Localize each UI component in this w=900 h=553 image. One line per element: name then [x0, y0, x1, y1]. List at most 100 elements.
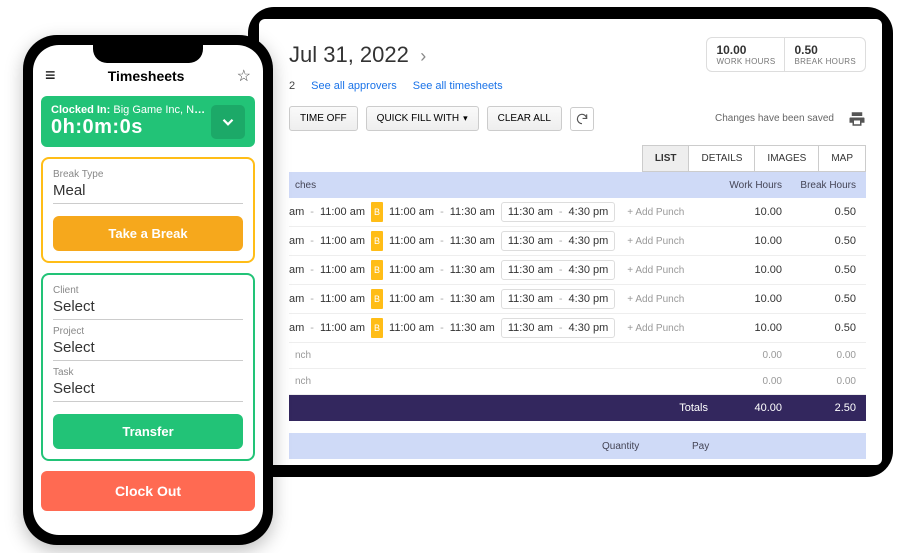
- break-end: 11:30 am: [450, 322, 495, 334]
- punch-box[interactable]: 11:30 am-4:30 pm: [501, 289, 615, 309]
- table-row: nch 0.00 0.00: [289, 343, 866, 369]
- clear-all-button[interactable]: CLEAR ALL: [487, 106, 562, 131]
- transfer-card: Client Select Project Select Task Select…: [41, 273, 255, 461]
- project-select[interactable]: Select: [53, 337, 243, 361]
- break-marker-icon: B: [371, 260, 383, 280]
- break-start: 11:00 am: [389, 206, 434, 218]
- row-break-hours: 0.50: [792, 206, 866, 218]
- quick-fill-button[interactable]: QUICK FILL WITH: [366, 106, 479, 131]
- toolbar: TIME OFF QUICK FILL WITH CLEAR ALL Chang…: [259, 102, 882, 141]
- refresh-icon: [575, 112, 589, 126]
- break-end: 11:30 am: [450, 264, 495, 276]
- table-row: am - 11:00 am B 11:00 am - 11:30 am 11:3…: [289, 198, 866, 227]
- break-marker-icon: B: [371, 289, 383, 309]
- take-break-button[interactable]: Take a Break: [53, 216, 243, 251]
- mini-label: nch: [289, 376, 718, 387]
- punch-box[interactable]: 11:30 am-4:30 pm: [501, 202, 615, 222]
- punch-start: am: [289, 206, 304, 218]
- phone-device: ≡ Timesheets ☆ Clocked In: Big Game Inc,…: [23, 35, 273, 545]
- tablet-device: Jul 31, 2022 › 10.00 WORK HOURS 0.50 BRE…: [248, 7, 893, 477]
- project-label: Project: [53, 326, 243, 337]
- task-label: Task: [53, 367, 243, 378]
- tablet-screen: Jul 31, 2022 › 10.00 WORK HOURS 0.50 BRE…: [259, 19, 882, 465]
- tab-map[interactable]: MAP: [819, 145, 866, 172]
- break-marker-icon: B: [371, 231, 383, 251]
- hamburger-icon[interactable]: ≡: [45, 65, 56, 86]
- tab-list[interactable]: LIST: [642, 145, 690, 172]
- add-punch-link[interactable]: + Add Punch: [627, 265, 684, 276]
- break-type-select[interactable]: Meal: [53, 180, 243, 204]
- punch-end: 11:00 am: [320, 264, 365, 276]
- print-icon[interactable]: [848, 110, 866, 128]
- saved-message: Changes have been saved: [715, 113, 834, 124]
- row-work-hours: 10.00: [718, 293, 792, 305]
- stat-work-hours: 10.00 WORK HOURS: [707, 38, 784, 71]
- secondary-section-head: Quantity Pay: [289, 433, 866, 459]
- break-start: 11:00 am: [389, 264, 434, 276]
- client-label: Client: [53, 285, 243, 296]
- phone-notch: [93, 43, 203, 63]
- client-select[interactable]: Select: [53, 296, 243, 320]
- header-links: 2 See all approvers See all timesheets: [259, 80, 882, 102]
- table-row: am - 11:00 am B 11:00 am - 11:30 am 11:3…: [289, 285, 866, 314]
- table-row: nch 0.00 0.00: [289, 369, 866, 395]
- col-break-hours: Break Hours: [792, 180, 866, 191]
- expand-button[interactable]: [211, 105, 245, 139]
- punch-end: 11:00 am: [320, 293, 365, 305]
- add-punch-link[interactable]: + Add Punch: [627, 323, 684, 334]
- chevron-right-icon[interactable]: ›: [420, 46, 426, 66]
- break-marker-icon: B: [371, 202, 383, 222]
- summary-stats: 10.00 WORK HOURS 0.50 BREAK HOURS: [706, 37, 866, 72]
- table-row: am - 11:00 am B 11:00 am - 11:30 am 11:3…: [289, 256, 866, 285]
- add-punch-link[interactable]: + Add Punch: [627, 207, 684, 218]
- col-pay: Pay: [686, 441, 866, 452]
- chevron-down-icon: [219, 113, 237, 131]
- punch-box[interactable]: 11:30 am-4:30 pm: [501, 260, 615, 280]
- stat-break-hours: 0.50 BREAK HOURS: [784, 38, 865, 71]
- see-timesheets-link[interactable]: See all timesheets: [413, 80, 503, 92]
- punches-grid: ches Work Hours Break Hours am - 11:00 a…: [289, 172, 866, 459]
- count-label: 2: [289, 80, 295, 92]
- time-off-button[interactable]: TIME OFF: [289, 106, 358, 131]
- break-end: 11:30 am: [450, 235, 495, 247]
- col-work-hours: Work Hours: [718, 180, 792, 191]
- row-break-hours: 0.50: [792, 235, 866, 247]
- row-break-hours: 0.50: [792, 264, 866, 276]
- tab-images[interactable]: IMAGES: [755, 145, 819, 172]
- add-punch-link[interactable]: + Add Punch: [627, 294, 684, 305]
- phone-screen: ≡ Timesheets ☆ Clocked In: Big Game Inc,…: [33, 45, 263, 535]
- row-work-hours: 10.00: [718, 264, 792, 276]
- tab-details[interactable]: DETAILS: [689, 145, 755, 172]
- add-punch-link[interactable]: + Add Punch: [627, 236, 684, 247]
- punch-start: am: [289, 264, 304, 276]
- row-work-hours: 10.00: [718, 206, 792, 218]
- punch-end: 11:00 am: [320, 206, 365, 218]
- refresh-button[interactable]: [570, 107, 594, 131]
- table-row: am - 11:00 am B 11:00 am - 11:30 am 11:3…: [289, 314, 866, 343]
- punch-start: am: [289, 322, 304, 334]
- task-select[interactable]: Select: [53, 378, 243, 402]
- page-title: Timesheets: [56, 68, 237, 84]
- row-break-hours: 0.50: [792, 293, 866, 305]
- punch-box[interactable]: 11:30 am-4:30 pm: [501, 231, 615, 251]
- punch-end: 11:00 am: [320, 235, 365, 247]
- star-icon[interactable]: ☆: [237, 66, 251, 86]
- punch-start: am: [289, 235, 304, 247]
- totals-row: Totals 40.00 2.50: [289, 395, 866, 421]
- clocked-in-line: Clocked In: Big Game Inc, New …: [51, 104, 211, 116]
- col-punches: ches: [289, 180, 718, 191]
- break-start: 11:00 am: [389, 293, 434, 305]
- timer: 0h:0m:0s: [51, 116, 211, 139]
- punch-box[interactable]: 11:30 am-4:30 pm: [501, 318, 615, 338]
- tablet-header: Jul 31, 2022 › 10.00 WORK HOURS 0.50 BRE…: [259, 19, 882, 80]
- clock-out-button[interactable]: Clock Out: [41, 471, 255, 511]
- break-start: 11:00 am: [389, 235, 434, 247]
- break-start: 11:00 am: [389, 322, 434, 334]
- see-approvers-link[interactable]: See all approvers: [311, 80, 397, 92]
- clock-card: Clocked In: Big Game Inc, New … 0h:0m:0s: [41, 96, 255, 147]
- mini-label: nch: [289, 350, 718, 361]
- row-work-hours: 10.00: [718, 235, 792, 247]
- transfer-button[interactable]: Transfer: [53, 414, 243, 449]
- punch-start: am: [289, 293, 304, 305]
- date-heading: Jul 31, 2022 ›: [289, 42, 426, 68]
